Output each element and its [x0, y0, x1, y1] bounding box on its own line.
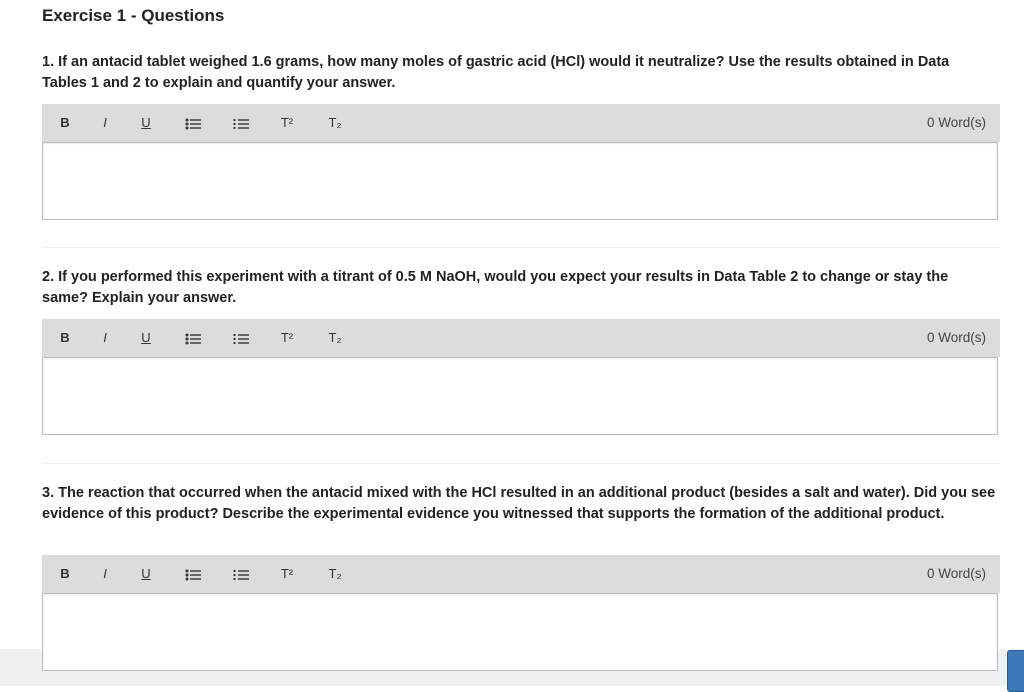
formatting-toolbar: B I U T² T₂ 0 Word(s): [42, 555, 1000, 593]
superscript-button[interactable]: T²: [278, 555, 296, 593]
question-1-text: 1. If an antacid tablet weighed 1.6 gram…: [42, 54, 950, 91]
numbered-list-icon: [233, 569, 249, 580]
superscript-button[interactable]: T²: [278, 319, 296, 357]
subscript-button[interactable]: T₂: [326, 319, 344, 357]
question-2: 2. If you performed this experiment with…: [42, 267, 1000, 309]
italic-button[interactable]: I: [100, 319, 110, 357]
formatting-toolbar: B I U T² T₂ 0 Word(s): [42, 104, 1000, 142]
divider: [42, 463, 1000, 464]
numbered-list-button[interactable]: [232, 555, 250, 593]
bullet-list-button[interactable]: [184, 104, 202, 142]
bullet-list-button[interactable]: [184, 555, 202, 593]
bullet-list-button[interactable]: [184, 319, 202, 357]
question-3: 3. The reaction that occurred when the a…: [42, 483, 1000, 525]
italic-button[interactable]: I: [100, 555, 110, 593]
answer-2-textarea[interactable]: [42, 357, 998, 435]
numbered-list-button[interactable]: [232, 104, 250, 142]
numbered-list-icon: [233, 118, 249, 129]
underline-button[interactable]: U: [140, 555, 152, 593]
bold-button[interactable]: B: [58, 319, 72, 357]
superscript-button[interactable]: T²: [278, 104, 296, 142]
subscript-button[interactable]: T₂: [326, 555, 344, 593]
subscript-button[interactable]: T₂: [326, 104, 344, 142]
bullet-list-icon: [185, 118, 201, 130]
page-title: Exercise 1 - Questions: [42, 6, 225, 25]
question-2-text: 2. If you performed this experiment with…: [42, 269, 949, 306]
bold-button[interactable]: B: [58, 104, 72, 142]
word-count: 0 Word(s): [926, 330, 986, 345]
bullet-list-icon: [185, 569, 201, 581]
formatting-toolbar: B I U T² T₂ 0 Word(s): [42, 319, 1000, 357]
bold-button[interactable]: B: [58, 555, 72, 593]
underline-button[interactable]: U: [140, 319, 152, 357]
bullet-list-icon: [185, 333, 201, 345]
question-1: 1. If an antacid tablet weighed 1.6 gram…: [42, 52, 1000, 94]
divider: [42, 247, 1000, 248]
numbered-list-button[interactable]: [232, 319, 250, 357]
word-count: 0 Word(s): [926, 115, 986, 130]
italic-button[interactable]: I: [100, 104, 110, 142]
word-count: 0 Word(s): [926, 566, 986, 581]
numbered-list-icon: [233, 333, 249, 344]
underline-button[interactable]: U: [140, 104, 152, 142]
question-3-text: 3. The reaction that occurred when the a…: [42, 485, 996, 522]
answer-1-textarea[interactable]: [42, 142, 998, 220]
answer-3-textarea[interactable]: [42, 593, 998, 671]
